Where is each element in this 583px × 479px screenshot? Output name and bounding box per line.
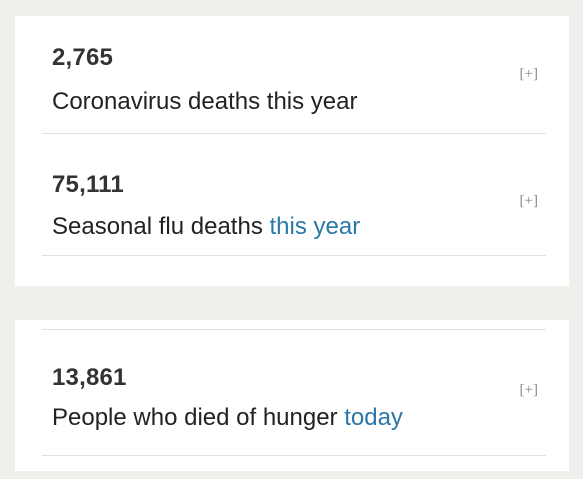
stat-label-highlight[interactable]: today — [344, 404, 403, 431]
stat-label: People who died of hunger today — [52, 404, 403, 432]
stat-label: Coronavirus deaths this year — [52, 88, 357, 116]
stat-hunger-deaths: 13,861 People who died of hunger today [… — [42, 360, 546, 456]
stats-card-top: 2,765 Coronavirus deaths this year [+] 7… — [15, 16, 569, 286]
divider — [42, 329, 546, 330]
stat-label-text: Seasonal flu deaths — [52, 213, 270, 240]
stat-coronavirus-deaths: 2,765 Coronavirus deaths this year [+] — [42, 16, 546, 134]
stat-label-text: People who died of hunger — [52, 404, 345, 431]
stat-flu-deaths: 75,111 Seasonal flu deaths this year [+] — [42, 134, 546, 256]
stat-number: 75,111 — [52, 171, 124, 198]
expand-button[interactable]: [+] — [520, 382, 538, 399]
stat-number: 13,861 — [52, 364, 127, 391]
expand-button[interactable]: [+] — [520, 193, 538, 210]
stat-label-highlight[interactable]: this year — [270, 213, 361, 240]
stat-label-text: Coronavirus deaths this year — [52, 88, 358, 115]
stats-card-bottom: 13,861 People who died of hunger today [… — [15, 320, 569, 471]
stat-number: 2,765 — [52, 44, 114, 71]
expand-button[interactable]: [+] — [520, 66, 538, 83]
stat-label: Seasonal flu deaths this year — [52, 213, 360, 241]
